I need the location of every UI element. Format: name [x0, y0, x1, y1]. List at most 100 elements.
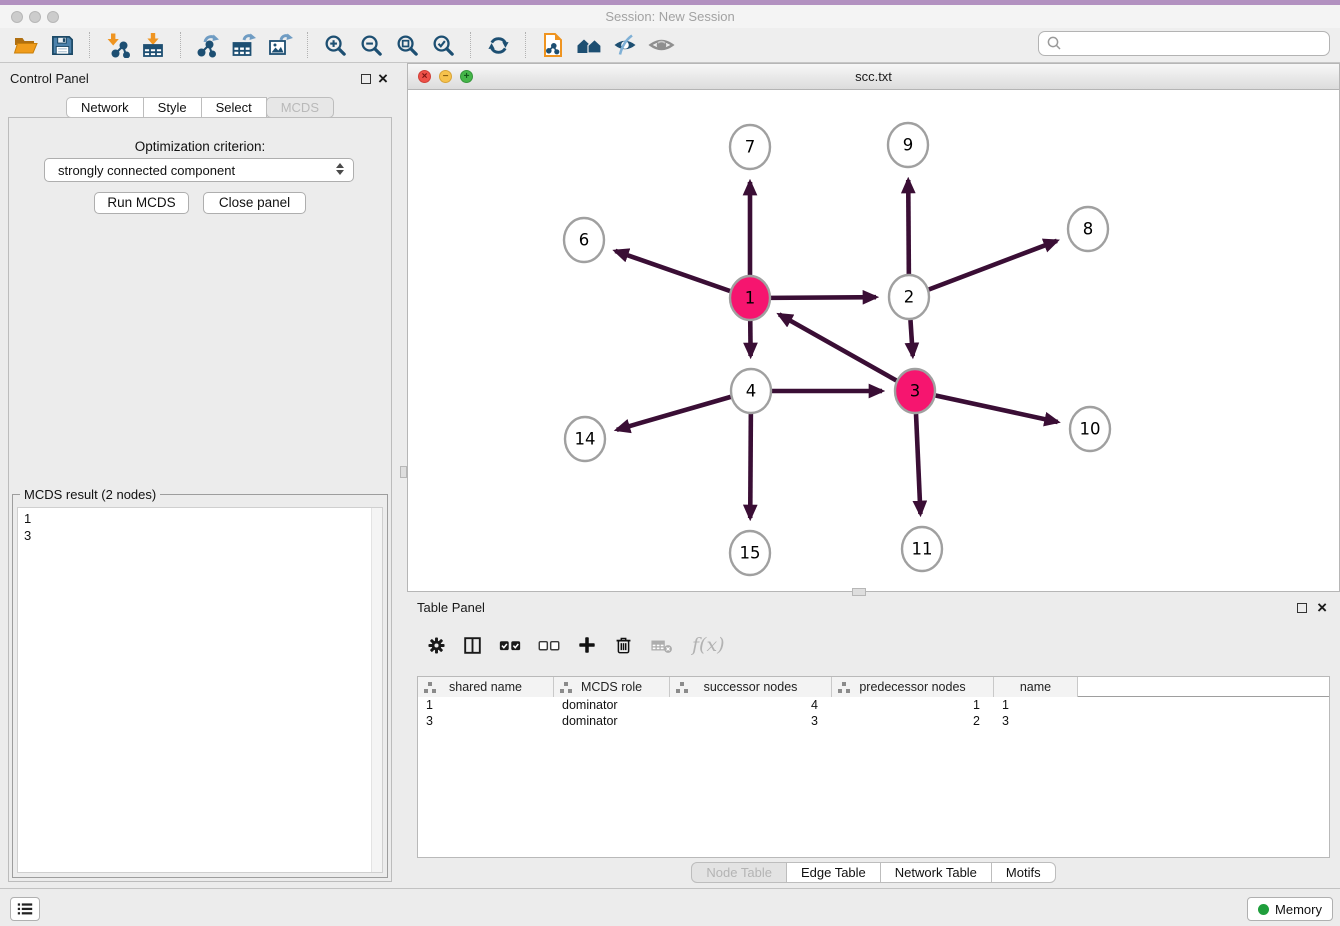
table-columns-button[interactable] [463, 632, 482, 658]
close-table-panel-icon[interactable]: × [1317, 603, 1327, 613]
export-network-button[interactable] [190, 30, 226, 60]
new-network-from-selection-button[interactable] [535, 30, 571, 60]
open-session-button[interactable] [8, 30, 44, 60]
zoom-out-button[interactable] [353, 30, 389, 60]
tab-select[interactable]: Select [201, 97, 267, 118]
search-input[interactable] [1063, 34, 1329, 54]
zoom-fit-button[interactable] [389, 30, 425, 60]
search-box[interactable] [1038, 31, 1330, 56]
column-header-MCDS-role[interactable]: MCDS role [554, 677, 670, 697]
network-canvas[interactable]: 7 9 6 8 1 2 4 3 14 10 15 11 [408, 90, 1339, 591]
graph-node-8[interactable]: 8 [1068, 207, 1108, 251]
tab-mcds[interactable]: MCDS [266, 97, 334, 118]
close-panel-button[interactable]: Close panel [203, 192, 306, 214]
table-row[interactable]: 1dominator411 [418, 697, 1329, 713]
graph-edge-3-11[interactable] [916, 414, 920, 514]
graph-node-3[interactable]: 3 [895, 369, 935, 413]
refresh-button[interactable] [480, 30, 516, 60]
table-cell[interactable]: dominator [554, 713, 670, 729]
graph-edge-2-3[interactable] [910, 320, 912, 356]
table-cell[interactable]: dominator [554, 697, 670, 713]
select-all-button[interactable] [499, 632, 521, 658]
export-image-button[interactable] [262, 30, 298, 60]
graph-node-label: 11 [912, 540, 933, 559]
export-network-icon [195, 32, 221, 58]
vertical-divider-handle[interactable] [400, 466, 407, 478]
graph-edge-3-1[interactable] [779, 314, 896, 380]
criterion-dropdown[interactable]: strongly connected component [44, 158, 354, 182]
graph-node-14[interactable]: 14 [565, 417, 605, 461]
gear-icon [427, 636, 446, 655]
hide-selected-button[interactable] [607, 30, 643, 60]
table-cell[interactable]: 1 [832, 697, 994, 713]
mcds-result-scrollbar[interactable] [371, 508, 382, 872]
save-session-button[interactable] [44, 30, 80, 60]
show-graphics-details-button[interactable] [643, 30, 679, 60]
close-panel-icon[interactable]: × [378, 74, 388, 84]
export-table-icon [231, 32, 257, 58]
first-neighbors-button[interactable] [571, 30, 607, 60]
graph-node-4[interactable]: 4 [731, 369, 771, 413]
column-header-successor-nodes[interactable]: successor nodes [670, 677, 832, 697]
open-file-icon [13, 32, 39, 58]
table-cell[interactable]: 3 [418, 713, 554, 729]
column-header-predecessor-nodes[interactable]: predecessor nodes [832, 677, 994, 697]
graph-edge-1-6[interactable] [615, 251, 730, 291]
tab-network-table[interactable]: Network Table [880, 862, 992, 883]
export-table-button[interactable] [226, 30, 262, 60]
task-history-button[interactable] [10, 897, 40, 921]
column-header-name[interactable]: name [994, 677, 1078, 697]
refresh-icon [486, 33, 511, 58]
deselect-all-button[interactable] [538, 632, 560, 658]
graph-node-2[interactable]: 2 [889, 275, 929, 319]
import-network-button[interactable] [99, 30, 135, 60]
graph-node-7[interactable]: 7 [730, 125, 770, 169]
mcds-result-textarea[interactable]: 13 [17, 507, 383, 873]
graph-node-6[interactable]: 6 [564, 218, 604, 262]
titlebar: Session: New Session [0, 5, 1340, 28]
table-cell[interactable]: 1 [994, 697, 1078, 713]
network-view-window: × − + scc.txt 7968124314101511 [407, 63, 1340, 592]
graph-edge-1-2[interactable] [771, 297, 876, 298]
first-neighbors-icon [576, 32, 603, 58]
graph-edge-4-14[interactable] [617, 397, 731, 430]
graph-edge-3-10[interactable] [936, 395, 1058, 422]
graph-edge-2-9[interactable] [908, 180, 909, 274]
tab-style[interactable]: Style [143, 97, 202, 118]
tab-edge-table[interactable]: Edge Table [786, 862, 881, 883]
node-table: shared nameMCDS rolesuccessor nodesprede… [417, 676, 1330, 858]
run-mcds-button[interactable]: Run MCDS [94, 192, 189, 214]
horizontal-divider-handle[interactable] [852, 588, 866, 596]
float-table-panel-icon[interactable] [1297, 603, 1307, 613]
graph-node-15[interactable]: 15 [730, 531, 770, 575]
graph-edge-2-8[interactable] [929, 241, 1057, 290]
import-table-button[interactable] [135, 30, 171, 60]
column-header-shared-name[interactable]: shared name [418, 677, 554, 697]
function-builder-button[interactable]: f(x) [691, 632, 725, 658]
zoom-in-button[interactable] [317, 30, 353, 60]
table-tabs: Node TableEdge TableNetwork TableMotifs [407, 862, 1340, 883]
tab-motifs[interactable]: Motifs [991, 862, 1056, 883]
graph-node-10[interactable]: 10 [1070, 407, 1110, 451]
table-cell[interactable]: 3 [994, 713, 1078, 729]
graph-node-9[interactable]: 9 [888, 123, 928, 167]
float-panel-icon[interactable] [361, 74, 371, 84]
delete-table-button[interactable] [650, 632, 674, 658]
memory-button[interactable]: Memory [1247, 897, 1333, 921]
table-panel: Table Panel × [407, 596, 1340, 888]
graph-node-11[interactable]: 11 [902, 527, 942, 571]
table-cell[interactable]: 1 [418, 697, 554, 713]
table-cell[interactable]: 3 [670, 713, 832, 729]
graph-node-1[interactable]: 1 [730, 276, 770, 320]
table-panel-title: Table Panel [417, 600, 485, 615]
tab-node-table[interactable]: Node Table [691, 862, 787, 883]
table-cell[interactable]: 2 [832, 713, 994, 729]
table-settings-button[interactable] [427, 632, 446, 658]
delete-row-button[interactable] [614, 632, 633, 658]
zoom-selected-button[interactable] [425, 30, 461, 60]
tab-network[interactable]: Network [66, 97, 144, 118]
table-row[interactable]: 3dominator323 [418, 713, 1329, 729]
graph-edge-4-15[interactable] [750, 414, 751, 518]
table-cell[interactable]: 4 [670, 697, 832, 713]
add-row-button[interactable] [577, 632, 597, 658]
